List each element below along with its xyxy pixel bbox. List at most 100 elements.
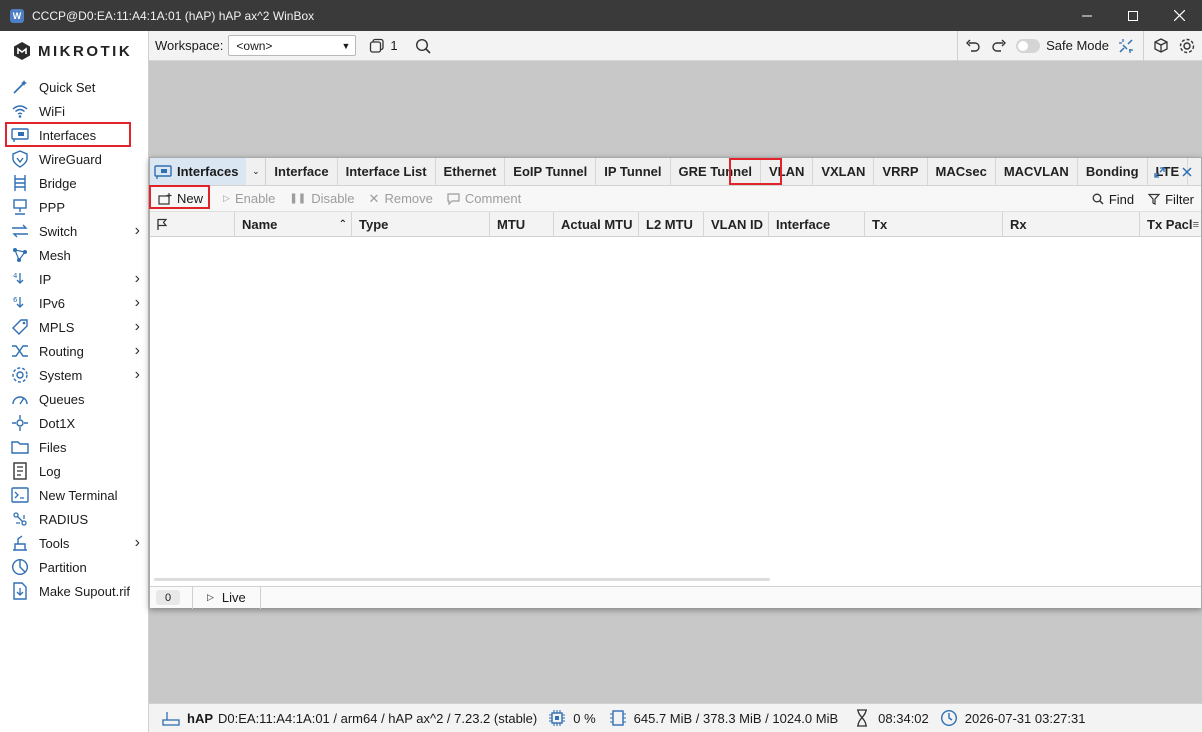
sidebar-item-ip[interactable]: 4 IP › bbox=[10, 268, 142, 290]
find-button[interactable]: Find bbox=[1085, 186, 1141, 212]
column-type-label: Type bbox=[359, 217, 389, 232]
windows-stack-icon[interactable] bbox=[366, 35, 388, 57]
ipv6-icon: 6 bbox=[10, 294, 30, 312]
redo-icon[interactable] bbox=[988, 35, 1010, 57]
live-label: Live bbox=[221, 590, 246, 605]
sidebar-item-log[interactable]: Log bbox=[10, 460, 142, 482]
column-interface[interactable]: Interface bbox=[769, 212, 865, 237]
sidebar-item-mesh[interactable]: Mesh bbox=[10, 244, 142, 266]
toolbar-separator bbox=[1143, 30, 1144, 61]
interfaces-window-title[interactable]: Interfaces bbox=[150, 158, 247, 185]
workspace-select[interactable]: <own> ▼ bbox=[228, 35, 357, 56]
sidebar-item-bridge[interactable]: Bridge bbox=[10, 172, 142, 194]
tab-gre-tunnel[interactable]: GRE Tunnel bbox=[671, 158, 761, 185]
device-details: D0:EA:11:A4:1A:01 / arm64 / hAP ax^2 / 7… bbox=[218, 710, 538, 726]
column-vlan-id[interactable]: VLAN ID bbox=[704, 212, 769, 237]
close-button[interactable] bbox=[1156, 0, 1202, 31]
sidebar-item-tools[interactable]: Tools › bbox=[10, 532, 142, 554]
bridge-icon bbox=[10, 174, 30, 192]
sidebar-item-switch[interactable]: Switch › bbox=[10, 220, 142, 242]
chevron-right-icon: › bbox=[134, 270, 140, 287]
maximize-button[interactable] bbox=[1110, 0, 1156, 31]
play-icon: ▷ bbox=[223, 193, 230, 203]
column-tx-label: Tx bbox=[872, 217, 888, 232]
tab-interface[interactable]: Interface bbox=[266, 158, 338, 185]
live-button[interactable]: ▷ Live bbox=[192, 586, 261, 609]
tab-vlan[interactable]: VLAN bbox=[761, 158, 814, 185]
column-rx[interactable]: Rx bbox=[1003, 212, 1140, 237]
sidebar-item-queues[interactable]: Queues bbox=[10, 388, 142, 410]
safe-mode-toggle[interactable] bbox=[1016, 38, 1041, 53]
minimize-icon bbox=[1082, 15, 1092, 16]
sidebar-item-ipv6[interactable]: 6 IPv6 › bbox=[10, 292, 142, 314]
column-mtu-label: MTU bbox=[497, 217, 526, 232]
sort-ascending-icon: ⌃ bbox=[338, 219, 347, 230]
column-menu-icon[interactable]: ≡ bbox=[1193, 219, 1199, 231]
column-tx-packet-label: Tx Pacl bbox=[1147, 217, 1193, 232]
sidebar-item-mpls[interactable]: MPLS › bbox=[10, 316, 142, 338]
tab-vxlan[interactable]: VXLAN bbox=[813, 158, 875, 185]
tab-vrrp[interactable]: VRRP bbox=[874, 158, 928, 185]
sidebar-item-wifi[interactable]: WiFi bbox=[10, 100, 142, 122]
quickset-wand-icon bbox=[10, 78, 30, 96]
sidebar-item-label: New Terminal bbox=[39, 487, 118, 503]
interfaces-table-body[interactable] bbox=[150, 237, 1201, 577]
column-l2-mtu[interactable]: L2 MTU bbox=[639, 212, 704, 237]
ip-icon: 4 bbox=[10, 270, 30, 288]
package-icon[interactable] bbox=[1150, 35, 1172, 57]
sidebar-item-new-terminal[interactable]: New Terminal bbox=[10, 484, 142, 506]
column-actual-mtu[interactable]: Actual MTU bbox=[554, 212, 639, 237]
sidebar-item-label: Interfaces bbox=[39, 127, 97, 143]
tab-macvlan[interactable]: MACVLAN bbox=[996, 158, 1078, 185]
logo-text: MIKROTIK bbox=[38, 42, 133, 60]
comment-button[interactable]: Comment bbox=[440, 186, 528, 212]
column-name-label: Name bbox=[242, 217, 278, 232]
switch-icon bbox=[10, 222, 30, 240]
column-name[interactable]: Name ⌃ bbox=[235, 212, 352, 237]
disable-button[interactable]: ❚❚ Disable bbox=[282, 186, 361, 212]
sidebar-item-files[interactable]: Files bbox=[10, 436, 142, 458]
interfaces-window: Interfaces ⌄ Interface Interface List Ethe… bbox=[149, 157, 1202, 609]
column-mtu[interactable]: MTU bbox=[490, 212, 554, 237]
tab-macsec[interactable]: MACsec bbox=[928, 158, 996, 185]
undo-icon[interactable] bbox=[962, 35, 984, 57]
disconnect-icon[interactable] bbox=[1115, 35, 1137, 57]
flag-column-header[interactable] bbox=[150, 212, 235, 237]
column-type[interactable]: Type bbox=[352, 212, 490, 237]
sidebar-item-ppp[interactable]: PPP bbox=[10, 196, 142, 218]
sidebar-item-interfaces[interactable]: Interfaces bbox=[10, 124, 142, 146]
sidebar-item-routing[interactable]: Routing › bbox=[10, 340, 142, 362]
column-tx-packet[interactable]: Tx Pacl ≡ bbox=[1140, 212, 1201, 237]
column-tx[interactable]: Tx bbox=[865, 212, 1003, 237]
horizontal-scrollbar[interactable] bbox=[154, 578, 770, 581]
sidebar-item-system[interactable]: System › bbox=[10, 364, 142, 386]
expand-icon[interactable] bbox=[1145, 158, 1173, 186]
sidebar-item-label: Tools bbox=[39, 535, 70, 551]
interfaces-icon bbox=[10, 126, 30, 144]
tab-interface-list[interactable]: Interface List bbox=[338, 158, 436, 185]
sidebar-item-radius[interactable]: RADIUS bbox=[10, 508, 142, 530]
new-button[interactable]: New bbox=[150, 186, 210, 212]
sidebar-item-label: Queues bbox=[39, 391, 85, 407]
tab-menu-chevron-icon[interactable]: ⌄ bbox=[246, 158, 267, 185]
filter-button[interactable]: Filter bbox=[1141, 186, 1201, 212]
sidebar-item-make-supout-rif[interactable]: Make Supout.rif bbox=[10, 580, 142, 602]
enable-button[interactable]: ▷ Enable bbox=[216, 186, 282, 212]
minimize-button[interactable] bbox=[1064, 0, 1110, 31]
sidebar-item-dot1x[interactable]: Dot1X bbox=[10, 412, 142, 434]
sidebar-item-wireguard[interactable]: WireGuard bbox=[10, 148, 142, 170]
search-icon[interactable] bbox=[412, 35, 434, 57]
tab-bonding[interactable]: Bonding bbox=[1078, 158, 1148, 185]
sidebar-item-partition[interactable]: Partition bbox=[10, 556, 142, 578]
datetime-info: 2026-07-31 03:27:31 bbox=[939, 708, 1085, 728]
sidebar-item-label: WiFi bbox=[39, 103, 65, 119]
sidebar-item-quick-set[interactable]: Quick Set bbox=[10, 76, 142, 98]
close-window-icon[interactable] bbox=[1173, 158, 1201, 186]
tab-ethernet[interactable]: Ethernet bbox=[436, 158, 506, 185]
tab-ip-tunnel[interactable]: IP Tunnel bbox=[596, 158, 671, 185]
remove-button[interactable]: ✕ Remove bbox=[362, 186, 440, 212]
settings-gear-icon[interactable] bbox=[1176, 35, 1198, 57]
interfaces-tab-bar: Interfaces ⌄ Interface Interface List Ethe… bbox=[150, 158, 1201, 186]
tab-eoip-tunnel[interactable]: EoIP Tunnel bbox=[505, 158, 597, 185]
workspace-label: Workspace: bbox=[155, 38, 224, 53]
